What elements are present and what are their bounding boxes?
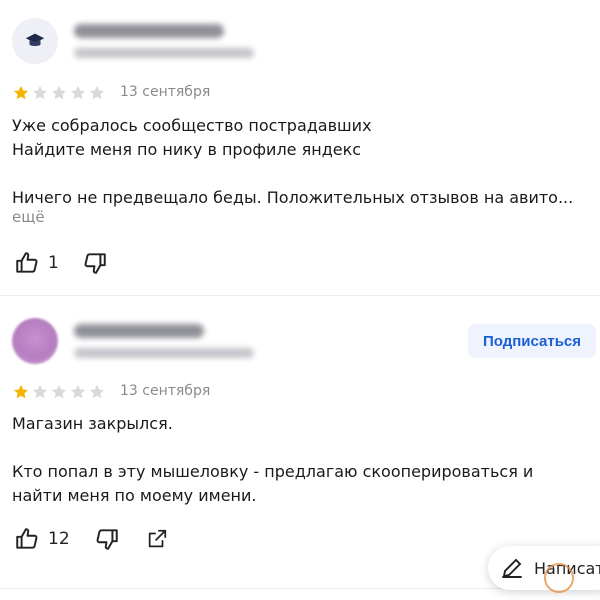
rating-stars — [12, 383, 106, 401]
star-icon — [89, 85, 105, 100]
like-count: 12 — [48, 529, 70, 549]
star-icon — [32, 384, 48, 399]
share-icon — [148, 529, 167, 548]
like-button[interactable]: 1 — [14, 250, 59, 276]
author-name-blurred[interactable] — [74, 24, 224, 38]
divider — [0, 295, 600, 296]
dislike-button[interactable] — [94, 526, 120, 552]
pencil-icon — [502, 558, 522, 578]
thumb-down-icon — [96, 529, 118, 550]
thumb-up-icon — [16, 528, 38, 549]
author-name-blurred[interactable] — [74, 324, 204, 338]
review-date: 13 сентября — [120, 383, 211, 399]
like-button[interactable]: 12 — [14, 526, 70, 552]
rating-stars — [12, 84, 106, 102]
review-text: Магазин закрылся. Кто попал в эту мышело… — [12, 414, 534, 505]
review-text: Уже собралось сообщество пострадавших На… — [12, 116, 574, 207]
graduation-cap-icon — [25, 33, 45, 47]
thumb-up-icon — [16, 252, 38, 273]
avatar[interactable] — [12, 318, 58, 364]
review-date: 13 сентября — [120, 84, 211, 100]
avatar[interactable] — [12, 18, 58, 64]
author-level-blurred — [74, 48, 254, 58]
star-icon — [70, 85, 86, 100]
like-count: 1 — [48, 253, 59, 273]
write-review-button[interactable]: Написат — [488, 546, 600, 590]
star-icon — [89, 384, 105, 399]
star-icon — [13, 85, 29, 100]
star-icon — [51, 85, 67, 100]
share-button[interactable] — [146, 528, 168, 550]
star-icon — [51, 384, 67, 399]
more-link[interactable]: ещё — [12, 208, 45, 226]
dislike-button[interactable] — [82, 250, 108, 276]
star-icon — [32, 85, 48, 100]
star-icon — [70, 384, 86, 399]
thumb-down-icon — [84, 253, 106, 274]
watermark-logo — [544, 563, 574, 593]
star-icon — [13, 384, 29, 399]
subscribe-button[interactable]: Подписаться — [468, 324, 596, 358]
author-level-blurred — [74, 348, 254, 358]
